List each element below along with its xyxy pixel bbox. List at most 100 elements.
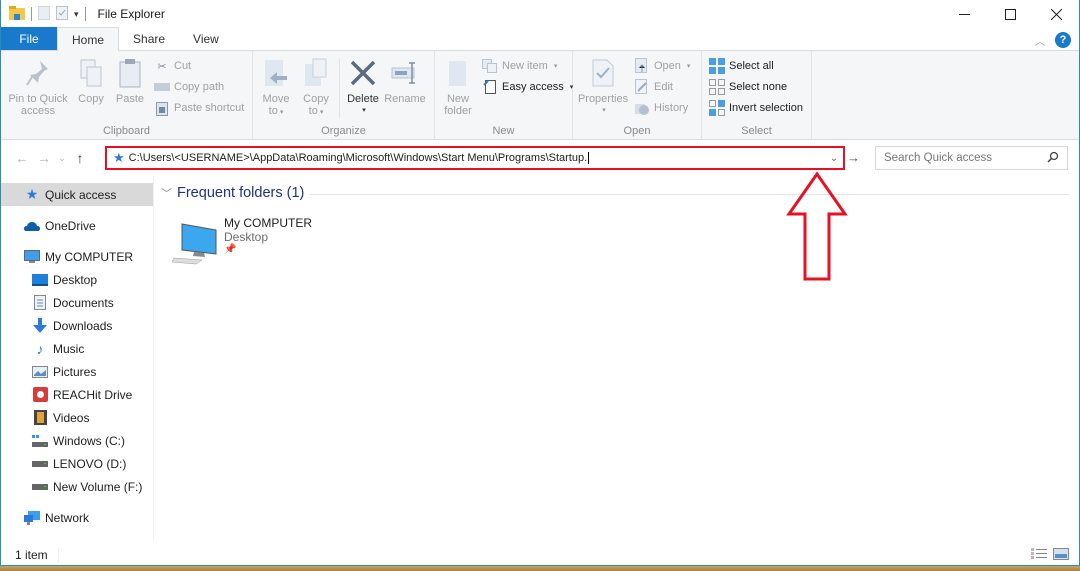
paste-shortcut-label: Paste shortcut — [174, 102, 245, 114]
easy-access-icon — [482, 79, 498, 95]
folder-location: Desktop — [224, 230, 269, 244]
delete-label: Delete — [347, 93, 379, 105]
copy-to-label-line1: Copy — [303, 93, 329, 105]
copy-label: Copy — [78, 93, 104, 105]
new-folder-label-line2: folder — [444, 105, 472, 117]
search-box[interactable]: Search Quick access — [875, 146, 1068, 170]
chevron-down-icon: ﹀ — [161, 188, 172, 200]
sidebar-item-windows-c[interactable]: Windows (C:) — [1, 429, 153, 452]
cut-button[interactable]: ✂ Cut — [154, 57, 244, 75]
pinned-icon: 📌 — [224, 244, 237, 255]
delete-dropdown-icon[interactable]: ▾ — [362, 105, 366, 117]
quick-access-star-icon: ★ — [113, 150, 125, 165]
search-icon — [1047, 151, 1059, 166]
large-icons-view-icon — [1053, 548, 1069, 560]
tab-file[interactable]: File — [1, 27, 57, 50]
details-view-button[interactable] — [1031, 547, 1047, 561]
back-button[interactable]: ← — [11, 150, 33, 166]
select-none-button[interactable]: Select none — [709, 78, 803, 96]
sidebar-item-label: Desktop — [53, 272, 98, 287]
select-all-icon — [709, 58, 725, 74]
pin-label-line2: access — [20, 105, 56, 117]
sidebar-item-music[interactable]: ♪ Music — [1, 337, 153, 360]
help-icon[interactable]: ? — [1055, 32, 1071, 48]
properties-dropdown-icon[interactable]: ▾ — [602, 105, 606, 117]
recent-locations-button[interactable]: ⌄ — [55, 153, 69, 164]
address-dropdown-icon[interactable]: ⌄ — [825, 153, 843, 164]
maximize-button[interactable] — [987, 0, 1033, 28]
large-icons-view-button[interactable] — [1053, 547, 1069, 561]
paste-shortcut-button[interactable]: Paste shortcut — [154, 99, 244, 117]
content-pane: ﹀ Frequent folders (1) My COMPUTER Deskt… — [154, 176, 1079, 540]
open-button[interactable]: Open ▾ — [634, 57, 690, 75]
address-bar[interactable]: ★ C:\Users\<USERNAME>\AppData\Roaming\Mi… — [105, 146, 845, 170]
sidebar-item-label: LENOVO (D:) — [53, 456, 127, 471]
tab-view[interactable]: View — [179, 27, 233, 50]
sidebar-item-quick-access[interactable]: ★ Quick access — [1, 183, 153, 206]
new-group: New folder New item ▾ Easy access ▾ New — [435, 51, 573, 140]
properties-qat-icon[interactable] — [38, 5, 50, 23]
sidebar-item-onedrive[interactable]: OneDrive — [1, 214, 153, 237]
sidebar-item-downloads[interactable]: Downloads — [1, 314, 153, 337]
edit-label: Edit — [654, 81, 673, 93]
sidebar-item-label: My COMPUTER — [45, 249, 133, 264]
frequent-folders-header[interactable]: ﹀ Frequent folders (1) — [161, 185, 304, 201]
sidebar-item-videos[interactable]: Videos — [1, 406, 153, 429]
sidebar-item-label: REACHit Drive — [53, 387, 133, 402]
sidebar-item-new-volume-f[interactable]: New Volume (F:) — [1, 475, 153, 498]
tab-share[interactable]: Share — [119, 27, 179, 50]
delete-x-icon — [350, 60, 376, 86]
new-folder-label-line1: New — [446, 93, 469, 105]
qat-separator — [31, 7, 32, 21]
sidebar-item-my-computer[interactable]: My COMPUTER — [1, 245, 153, 268]
easy-access-button[interactable]: Easy access ▾ — [482, 78, 573, 96]
new-group-label: New — [492, 125, 515, 137]
open-group: Properties ▾ Open ▾ Edit History Open — [573, 51, 702, 140]
forward-button[interactable]: → — [33, 150, 55, 166]
sidebar-item-lenovo-d[interactable]: LENOVO (D:) — [1, 452, 153, 475]
up-button[interactable]: ↑ — [69, 150, 91, 166]
select-group-label: Select — [741, 125, 772, 137]
collapse-ribbon-icon[interactable]: ︿ — [1035, 33, 1045, 48]
tab-home[interactable]: Home — [57, 27, 120, 51]
select-none-label: Select none — [729, 81, 788, 93]
invert-selection-button[interactable]: Invert selection — [709, 99, 803, 117]
go-arrow-button[interactable]: → — [847, 150, 860, 165]
sidebar-item-pictures[interactable]: Pictures — [1, 360, 153, 383]
section-title: Frequent folders (1) — [177, 185, 305, 201]
drive-icon — [32, 479, 48, 495]
move-to-icon — [265, 60, 287, 86]
edit-button[interactable]: Edit — [634, 78, 690, 96]
folder-name: My COMPUTER — [224, 216, 312, 230]
customize-qat-icon[interactable]: ▾ — [74, 9, 79, 20]
music-icon: ♪ — [36, 340, 44, 357]
sidebar-item-label: Network — [45, 510, 90, 525]
select-all-button[interactable]: Select all — [709, 57, 803, 75]
network-icon — [24, 510, 40, 526]
new-folder-qat-icon[interactable] — [56, 5, 68, 23]
copy-path-button[interactable]: Copy path — [154, 78, 244, 96]
sidebar-item-label: Downloads — [53, 318, 113, 333]
minimize-button[interactable] — [941, 0, 987, 28]
folder-tile[interactable]: My COMPUTER Desktop 📌 — [172, 216, 312, 266]
sidebar-item-documents[interactable]: Documents — [1, 291, 153, 314]
search-input[interactable]: Search Quick access — [884, 152, 1047, 164]
section-divider — [309, 194, 1069, 195]
qat-separator — [84, 7, 86, 21]
move-to-label-line2: to ▾ — [268, 105, 284, 117]
close-button[interactable] — [1033, 0, 1079, 28]
address-path-input[interactable]: C:\Users\<USERNAME>\AppData\Roaming\Micr… — [129, 152, 825, 164]
new-item-button[interactable]: New item ▾ — [482, 57, 573, 75]
history-button[interactable]: History — [634, 99, 690, 117]
desktop-icon — [32, 272, 48, 288]
minimize-icon — [958, 13, 970, 15]
quick-access-toolbar: ▾ File Explorer — [1, 0, 165, 28]
close-icon — [1050, 8, 1062, 20]
sidebar-item-reachit-drive[interactable]: REACHit Drive — [1, 383, 153, 406]
ribbon-right-controls: ︿ ? — [1035, 32, 1071, 48]
annotation-up-arrow-icon — [786, 171, 848, 281]
sidebar-item-network[interactable]: Network — [1, 506, 153, 529]
sidebar-item-desktop[interactable]: Desktop — [1, 268, 153, 291]
file-explorer-window: ▾ File Explorer File Home Share View ︿ ? — [0, 0, 1080, 566]
edit-icon — [634, 79, 650, 95]
